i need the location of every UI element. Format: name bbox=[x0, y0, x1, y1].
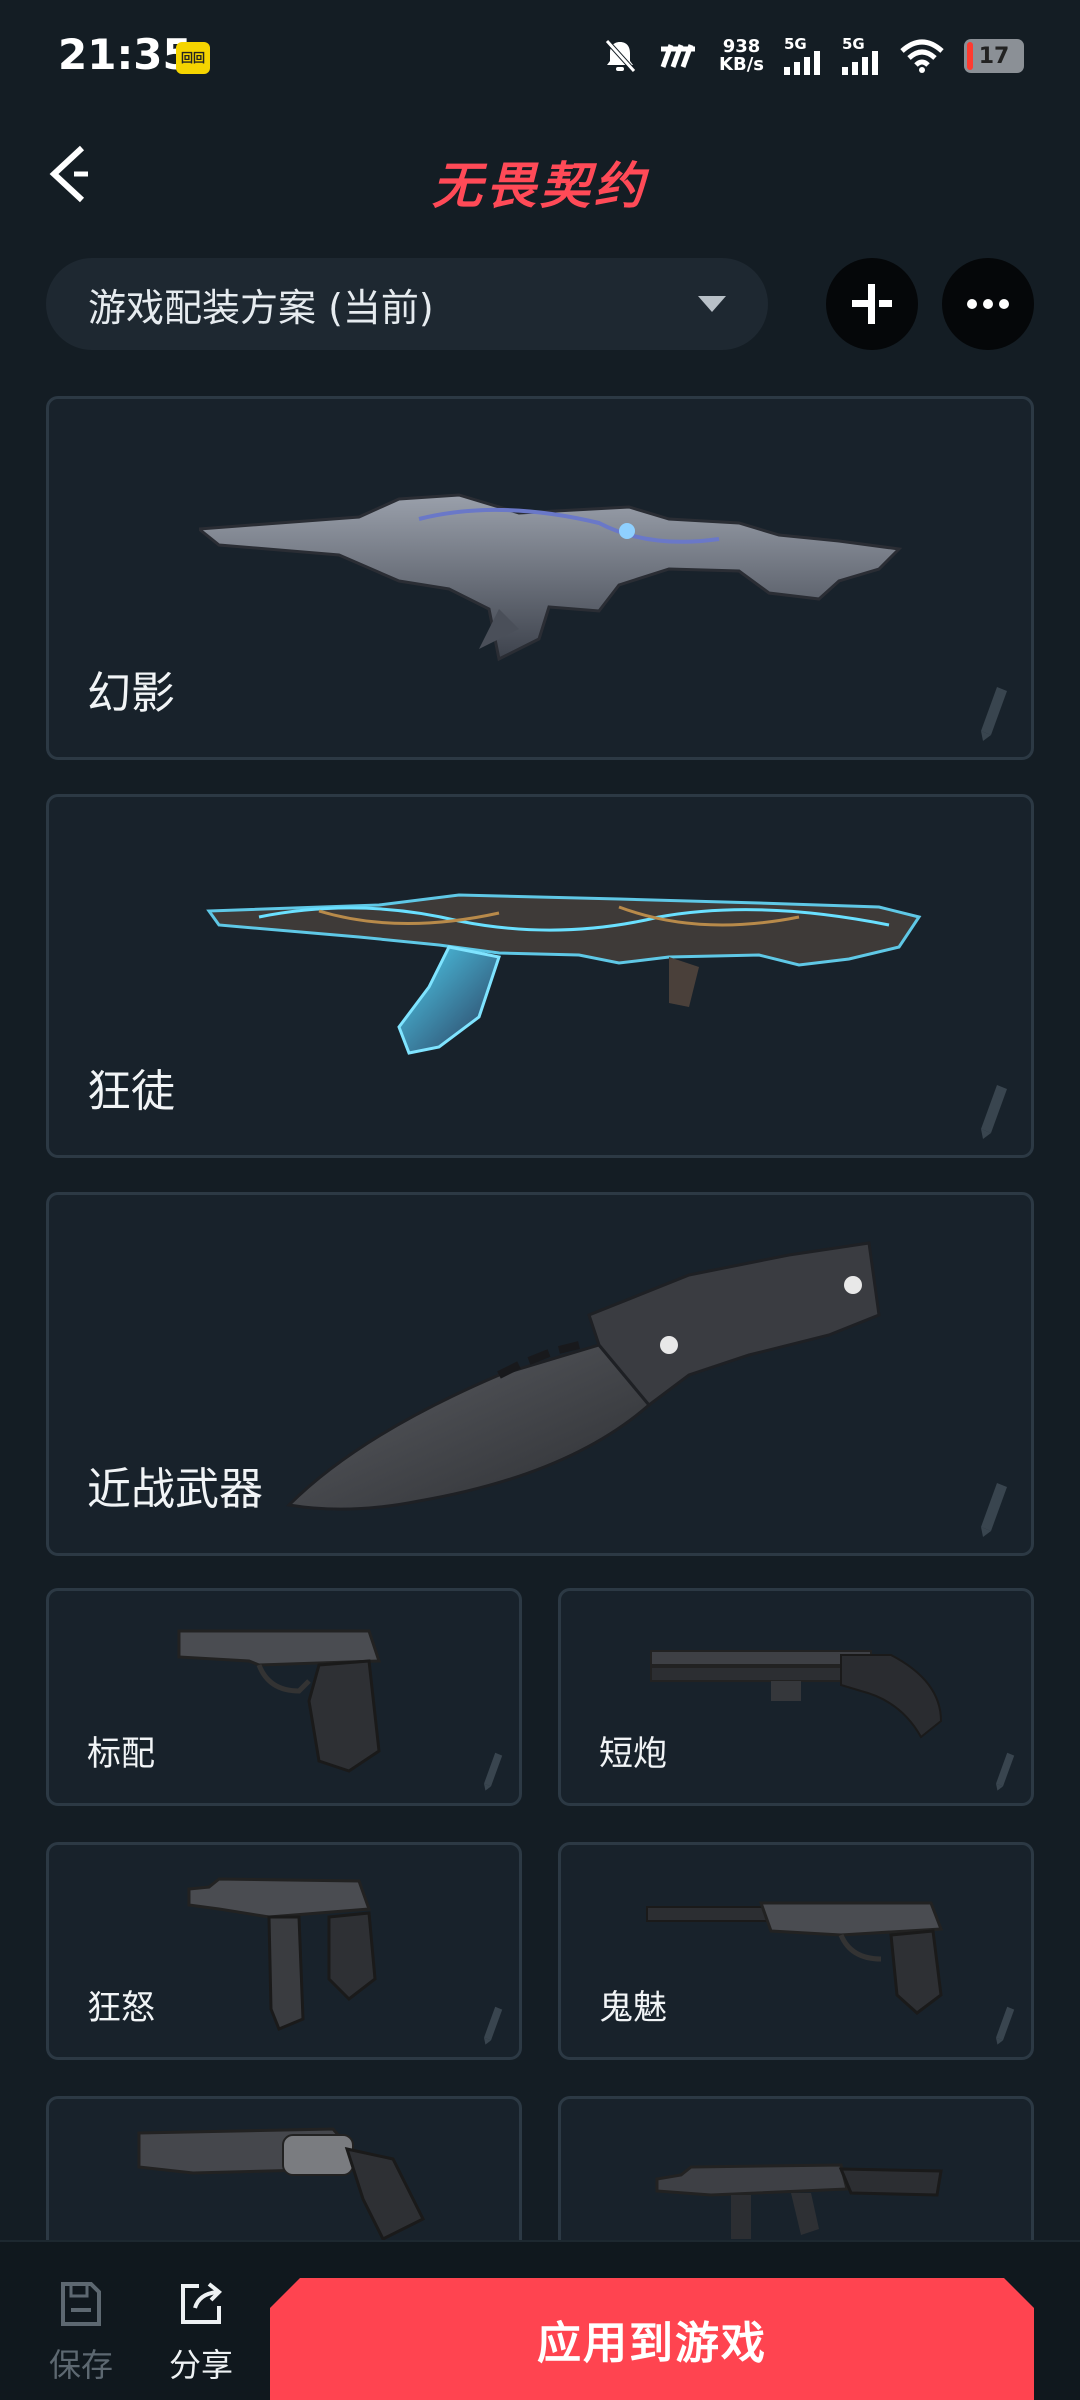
network-speed-unit: KB/s bbox=[719, 54, 764, 75]
classic-pistol-image bbox=[177, 1629, 382, 1773]
battery-level: 17 bbox=[978, 43, 1010, 69]
vandal-skin-image bbox=[206, 893, 922, 1055]
weapon-card-phantom[interactable]: 幻影 bbox=[46, 396, 1034, 760]
weapon-card-vandal[interactable]: 狂徒 bbox=[46, 794, 1034, 1158]
notification-app-icon: 回回 bbox=[176, 42, 210, 74]
sim2-label: 5G bbox=[842, 35, 865, 53]
app-logo-icon bbox=[660, 44, 696, 68]
save-button[interactable]: 保存 bbox=[36, 2280, 126, 2386]
sim1-label: 5G bbox=[784, 35, 807, 53]
edit-pen-icon bbox=[996, 1752, 1015, 1791]
share-button[interactable]: 分享 bbox=[156, 2280, 246, 2386]
apply-to-game-button[interactable]: 应用到游戏 bbox=[270, 2278, 1034, 2400]
loadout-selector[interactable]: 游戏配装方案 (当前) bbox=[46, 258, 768, 350]
add-loadout-button[interactable] bbox=[826, 258, 918, 350]
weapon-label: 幻影 bbox=[87, 668, 175, 719]
weapon-label: 近战武器 bbox=[87, 1464, 263, 1515]
frenzy-pistol-image bbox=[187, 1877, 377, 2031]
weapon-label: 狂怒 bbox=[87, 1988, 155, 2028]
phantom-skin-image bbox=[199, 493, 903, 662]
weapon-card-shorty[interactable]: 短炮 bbox=[558, 1588, 1034, 1806]
status-icons: 938 KB/s 5G 5G 17 bbox=[603, 34, 1024, 78]
loadout-screen: 21:35 回回 938 KB/s 5G 5G 17 无畏契约 游戏配装方案 (… bbox=[0, 0, 1080, 2400]
edit-pen-icon bbox=[484, 1752, 503, 1791]
more-dots-icon bbox=[967, 299, 1009, 309]
weapon-label: 短炮 bbox=[599, 1734, 667, 1774]
battery-indicator: 17 bbox=[964, 39, 1024, 73]
mute-bell-icon bbox=[605, 39, 636, 73]
edit-pen-icon bbox=[484, 2006, 503, 2045]
status-time: 21:35 bbox=[58, 30, 192, 79]
sim2-signal: 5G bbox=[842, 37, 880, 75]
sim1-signal: 5G bbox=[784, 37, 822, 75]
save-icon bbox=[61, 2282, 101, 2326]
weapon-label: 鬼魅 bbox=[599, 1988, 667, 2028]
weapon-card-frenzy[interactable]: 狂怒 bbox=[46, 1842, 522, 2060]
edit-pen-icon bbox=[981, 1483, 1007, 1537]
more-options-button[interactable] bbox=[942, 258, 1034, 350]
dropdown-arrow-icon bbox=[698, 296, 726, 312]
weapon-label: 狂徒 bbox=[87, 1066, 175, 1117]
shorty-shotgun-image bbox=[650, 1650, 943, 1739]
signal-bars-icon bbox=[842, 51, 878, 75]
weapon-card-melee[interactable]: 近战武器 bbox=[46, 1192, 1034, 1556]
share-label: 分享 bbox=[168, 2346, 233, 2384]
page-title: 无畏契约 bbox=[432, 157, 648, 215]
weapon-card-ghost[interactable]: 鬼魅 bbox=[558, 1842, 1034, 2060]
weapon-label: 标配 bbox=[87, 1734, 155, 1774]
signal-bars-icon bbox=[784, 51, 820, 75]
app-header: 无畏契约 bbox=[0, 110, 1080, 240]
share-icon bbox=[181, 2282, 222, 2324]
edit-pen-icon bbox=[981, 687, 1007, 741]
ghost-pistol-image bbox=[646, 1901, 944, 2015]
wifi-icon bbox=[900, 39, 944, 73]
network-speed: 938 KB/s bbox=[719, 38, 764, 74]
plus-icon bbox=[852, 284, 892, 324]
weapon-card-classic[interactable]: 标配 bbox=[46, 1588, 522, 1806]
loadout-selector-label: 游戏配装方案 (当前) bbox=[88, 285, 434, 330]
status-bar: 21:35 回回 938 KB/s 5G 5G 17 bbox=[0, 0, 1080, 110]
sheriff-revolver-image bbox=[137, 2127, 426, 2242]
edit-pen-icon bbox=[981, 1085, 1007, 1139]
edit-pen-icon bbox=[996, 2006, 1015, 2045]
save-label: 保存 bbox=[48, 2346, 113, 2384]
apply-to-game-label: 应用到游戏 bbox=[537, 2318, 767, 2369]
melee-knife-image bbox=[285, 1241, 881, 1511]
